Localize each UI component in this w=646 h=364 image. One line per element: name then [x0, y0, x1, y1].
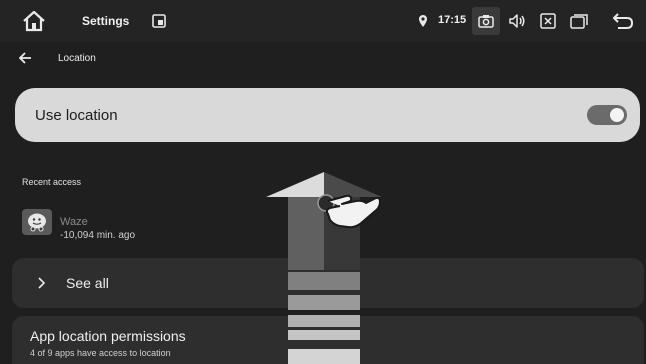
- waze-icon[interactable]: [22, 209, 52, 235]
- home-icon[interactable]: [22, 10, 46, 32]
- app-permissions-title: App location permissions: [30, 328, 186, 344]
- pointing-hand-icon: [317, 194, 381, 229]
- recent-app-time: -10,094 min. ago: [60, 230, 136, 241]
- use-location-label: Use location: [35, 107, 118, 124]
- toggle-knob: [610, 108, 624, 122]
- app-permissions-subtitle: 4 of 9 apps have access to location: [30, 348, 171, 358]
- volume-icon[interactable]: [508, 13, 526, 29]
- clock-time: 17:15: [438, 14, 467, 26]
- status-bar: Settings 17:15: [0, 0, 646, 42]
- use-location-toggle[interactable]: [587, 105, 627, 125]
- app-title: Settings: [82, 14, 130, 28]
- recent-access-heading: Recent access: [22, 177, 82, 187]
- back-icon[interactable]: [612, 12, 634, 30]
- arrow-back-icon[interactable]: [18, 51, 32, 65]
- page-title: Location: [58, 53, 96, 64]
- screenshot-button[interactable]: [472, 7, 500, 35]
- location-pin-icon: [419, 15, 427, 27]
- camera-icon: [478, 15, 494, 28]
- recents-icon[interactable]: [570, 13, 588, 29]
- see-all-row[interactable]: See all: [12, 258, 644, 308]
- chevron-right-icon: [38, 277, 46, 289]
- use-location-row[interactable]: Use location: [15, 88, 640, 142]
- app-location-permissions-row[interactable]: App location permissions 4 of 9 apps hav…: [12, 316, 644, 364]
- window-icon[interactable]: [152, 14, 166, 28]
- close-box-icon[interactable]: [540, 13, 556, 29]
- see-all-label: See all: [66, 275, 109, 291]
- recent-app-name[interactable]: Waze: [60, 216, 88, 228]
